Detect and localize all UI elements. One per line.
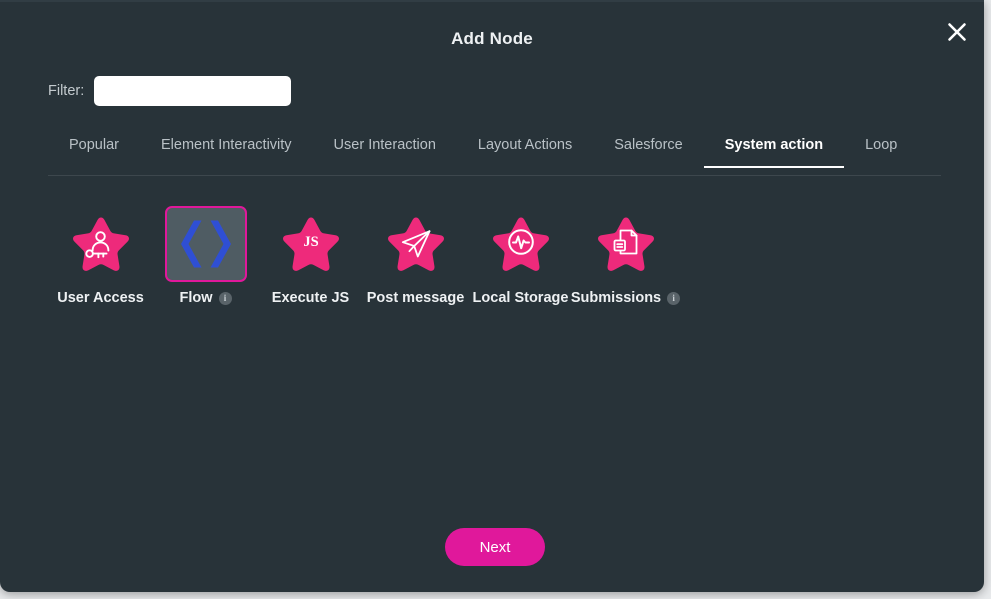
node-item-submissions[interactable]: Submissions i <box>570 206 681 306</box>
close-button[interactable] <box>940 15 974 49</box>
info-icon[interactable]: i <box>218 291 232 305</box>
node-label: Execute JS <box>271 290 350 306</box>
user-key-star-icon <box>60 206 142 282</box>
node-label-row: Flow i <box>179 290 232 306</box>
node-label: Submissions <box>570 290 662 306</box>
tab-system-action[interactable]: System action <box>703 133 845 168</box>
filter-input[interactable] <box>94 76 292 106</box>
close-icon <box>946 21 968 43</box>
node-item-flow[interactable]: Flow i <box>153 206 258 306</box>
node-label-row: Local Storage <box>473 290 569 306</box>
filter-label: Filter: <box>48 83 85 99</box>
tab-layout-actions[interactable]: Layout Actions <box>457 133 593 167</box>
node-item-local-storage[interactable]: Local Storage <box>468 206 573 306</box>
node-label-row: Submissions i <box>570 290 681 306</box>
tab-user-interaction[interactable]: User Interaction <box>313 133 457 167</box>
pulse-circle-star-icon <box>480 206 562 282</box>
tab-element-interactivity[interactable]: Element Interactivity <box>140 133 313 167</box>
node-label: Post message <box>366 290 465 306</box>
node-label: Flow <box>179 290 213 306</box>
filter-row: Filter: <box>48 76 292 106</box>
tab-bar: Popular Element Interactivity User Interac… <box>48 133 941 176</box>
node-label: Local Storage <box>472 290 569 306</box>
tab-loop[interactable]: Loop <box>844 133 918 167</box>
page-title: Add Node <box>451 29 533 48</box>
node-item-execute-js[interactable]: JS Execute JS <box>258 206 363 306</box>
info-icon[interactable]: i <box>667 291 681 305</box>
angle-brackets-icon <box>164 206 247 282</box>
js-star-icon: JS <box>270 206 352 282</box>
documents-star-icon <box>585 206 667 282</box>
tab-popular[interactable]: Popular <box>48 133 140 167</box>
next-button[interactable]: Next <box>445 528 545 566</box>
node-label-row: Post message <box>367 290 465 306</box>
node-item-user-access[interactable]: User Access <box>48 206 153 306</box>
node-item-post-message[interactable]: Post message <box>363 206 468 306</box>
svg-text:JS: JS <box>303 234 318 250</box>
add-node-modal: Add Node Filter: Popular Element Interact… <box>0 0 984 592</box>
node-grid: User Access Flow i JS Execute JS Post mes… <box>48 206 948 306</box>
tab-salesforce[interactable]: Salesforce <box>593 133 704 167</box>
node-label-row: User Access <box>57 290 144 306</box>
node-label: User Access <box>57 290 144 306</box>
paper-plane-star-icon <box>375 206 457 282</box>
node-label-row: Execute JS <box>272 290 349 306</box>
